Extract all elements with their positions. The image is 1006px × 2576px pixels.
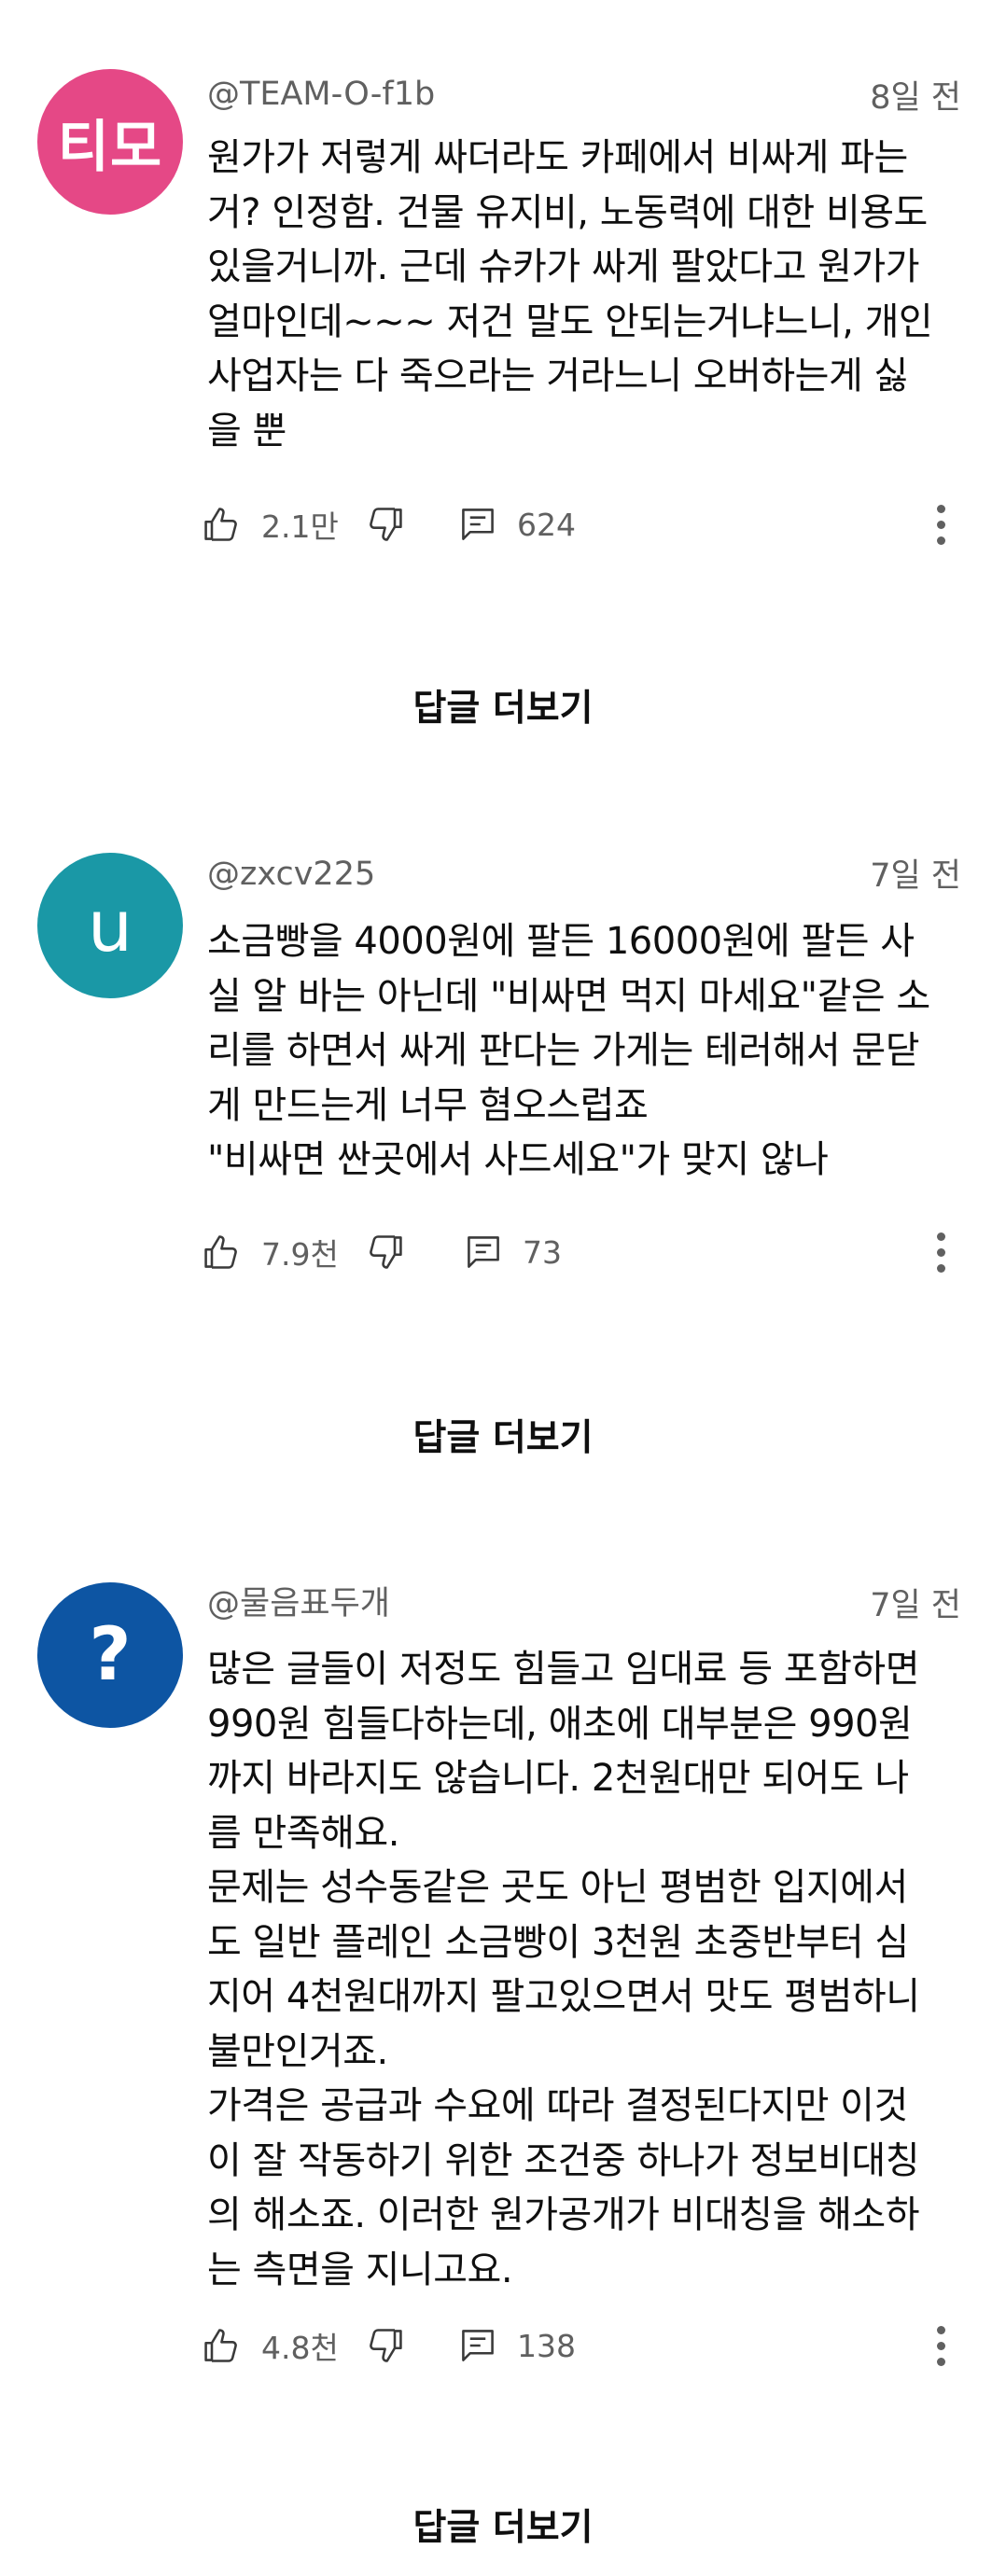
more-replies-button[interactable]: 답글 더보기 <box>0 2499 1006 2551</box>
comment-timestamp: 7일 전 <box>870 857 961 895</box>
comment-icon <box>468 1236 499 1268</box>
comment-timestamp: 7일 전 <box>870 1587 961 1624</box>
more-vert-icon[interactable] <box>915 498 967 550</box>
reply-count: 624 <box>517 506 576 543</box>
thumbs-down-icon <box>370 1235 402 1269</box>
comment-author-handle[interactable]: @물음표두개 <box>207 1588 390 1621</box>
thumbs-up-icon <box>204 2329 237 2362</box>
comment-icon <box>462 2330 494 2361</box>
comment-author-handle[interactable]: @zxcv225 <box>207 858 375 891</box>
avatar-initials: u <box>87 884 133 968</box>
thumbs-up-icon <box>204 1235 237 1269</box>
dislike-button[interactable] <box>364 1224 405 1280</box>
comment-text: 많은 글들이 저정도 힘들고 임대료 등 포함하면 990원 힘들다하는데, 애… <box>207 1648 920 2291</box>
like-button[interactable]: 2.1만 <box>202 496 339 552</box>
like-count: 7.9천 <box>261 1236 339 1273</box>
comment-actions: 4.8천 138 <box>202 2318 967 2374</box>
comment-timestamp: 8일 전 <box>870 79 961 117</box>
more-replies-button[interactable]: 답글 더보기 <box>0 679 1006 731</box>
comment-text: 소금빵을 4000원에 팔든 16000원에 팔든 사 실 알 바는 아닌데 "… <box>207 920 930 1181</box>
avatar[interactable]: u <box>37 853 183 998</box>
like-button[interactable]: 4.8천 <box>202 2318 339 2374</box>
like-button[interactable]: 7.9천 <box>202 1224 339 1280</box>
reply-button[interactable]: 624 <box>457 496 576 552</box>
reply-button[interactable]: 73 <box>463 1224 562 1280</box>
thumbs-down-icon <box>370 508 402 541</box>
more-vert-icon[interactable] <box>915 1226 967 1278</box>
avatar-initials: 티모 <box>57 114 163 180</box>
dislike-button[interactable] <box>364 496 405 552</box>
avatar[interactable]: ? <box>37 1582 183 1728</box>
reply-button[interactable]: 138 <box>457 2318 576 2374</box>
thumbs-up-icon <box>204 508 237 541</box>
comment-text: 원가가 저렇게 싸더라도 카페에서 비싸게 파는 거? 인정함. 건물 유지비,… <box>207 136 933 453</box>
like-count: 2.1만 <box>261 508 339 545</box>
reply-count: 138 <box>517 2327 576 2364</box>
avatar[interactable]: 티모 <box>37 69 183 215</box>
dislike-button[interactable] <box>364 2318 405 2374</box>
avatar-initials: ? <box>89 1613 132 1697</box>
more-vert-icon[interactable] <box>915 2319 967 2372</box>
comment-actions: 7.9천 73 <box>202 1224 967 1280</box>
comment-icon <box>462 508 494 540</box>
reply-count: 73 <box>523 1233 562 1271</box>
comment-author-handle[interactable]: @TEAM-O-f1b <box>207 78 435 111</box>
thumbs-down-icon <box>370 2329 402 2362</box>
more-replies-button[interactable]: 답글 더보기 <box>0 1409 1006 1461</box>
comment-actions: 2.1만 624 <box>202 496 967 552</box>
like-count: 4.8천 <box>261 2330 339 2366</box>
